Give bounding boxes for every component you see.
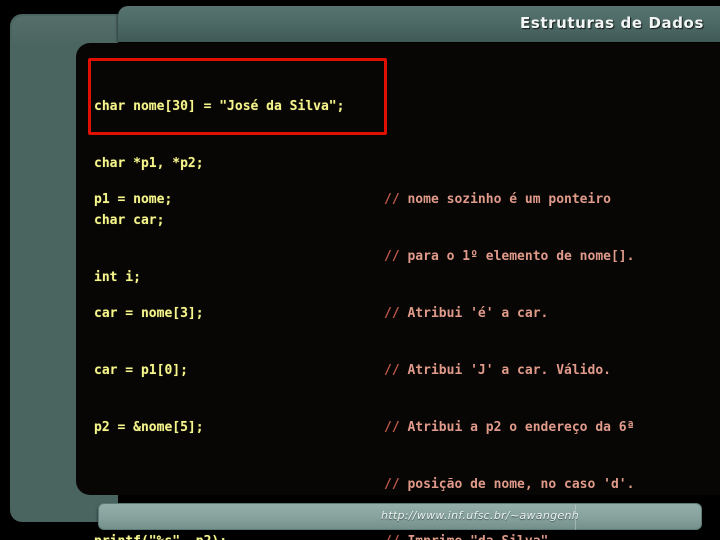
code-text: char nome[30] = "José da Silva"; [94,99,345,114]
code-comment: // Atribui 'é' a car. [384,304,548,323]
comment-slash: // [384,363,400,378]
code-line: // posição de nome, no caso 'd'. [94,475,714,494]
comment-slash: // [384,306,400,321]
comment-slash: // [384,420,400,435]
code-text: car = p1[0]; [94,363,188,378]
code-line: p2 = &nome[5]; // Atribui a p2 o endereç… [94,418,714,437]
comment-slash: // [384,249,400,264]
code-line: printf("%s", p2); // Imprime "da Silva".… [94,532,714,540]
code-comment: // Imprime "da Silva"... [384,532,572,540]
comment-slash: // [384,192,400,207]
code-comment: // Atribui a p2 o endereço da 6ª [384,418,634,437]
comment-text: Atribui 'J' a car. Válido. [407,363,611,378]
code-text: printf("%s", p2); [94,532,227,540]
code-line: car = p1[0]; // Atribui 'J' a car. Válid… [94,361,714,380]
code-text: p2 = &nome[5]; [94,420,204,435]
comment-slash: // [384,534,400,540]
comment-text: Atribui 'é' a car. [407,306,549,321]
code-line: char nome[30] = "José da Silva"; [94,97,714,116]
comment-text: Atribui a p2 o endereço da 6ª [407,420,635,435]
slide-footer-bar: http://www.inf.ufsc.br/~awangenh [98,503,702,530]
code-comment: // Atribui 'J' a car. Válido. [384,361,611,380]
comment-text: para o 1º elemento de nome[]. [407,249,635,264]
comment-slash: // [384,477,400,492]
comment-text: nome sozinho é um ponteiro [407,192,611,207]
code-body: p1 = nome; // nome sozinho é um ponteiro… [94,152,714,540]
code-comment: // nome sozinho é um ponteiro [384,190,611,209]
code-comment: // posição de nome, no caso 'd'. [384,475,634,494]
code-line: // para o 1º elemento de nome[]. [94,247,714,266]
code-line: car = nome[3]; // Atribui 'é' a car. [94,304,714,323]
footer-url-link[interactable]: http://www.inf.ufsc.br/~awangenh [381,509,579,522]
comment-text: posição de nome, no caso 'd'. [407,477,635,492]
code-comment: // para o 1º elemento de nome[]. [384,247,634,266]
slide-root: Estruturas de Dados char nome[30] = "Jos… [0,0,720,540]
comment-text: Imprime "da Silva"... [407,534,571,540]
code-line: p1 = nome; // nome sozinho é um ponteiro [94,190,714,209]
page-title: Estruturas de Dados [519,14,704,32]
code-text: car = nome[3]; [94,306,204,321]
slide-title-bar: Estruturas de Dados [118,6,720,42]
code-text: p1 = nome; [94,192,173,207]
